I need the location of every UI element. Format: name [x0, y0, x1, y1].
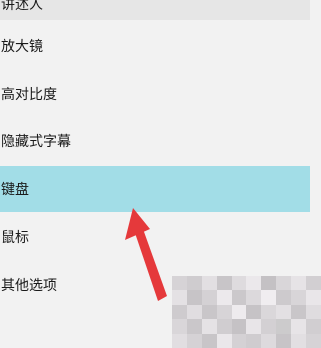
blur-pixel: [201, 319, 217, 334]
nav-item-high-contrast[interactable]: 高对比度: [0, 71, 310, 117]
blur-pixel: [246, 276, 262, 291]
blur-pixel: [261, 304, 277, 320]
nav-item-closed-captions[interactable]: 隐藏式字幕: [0, 118, 310, 164]
blur-pixel: [172, 276, 187, 291]
blur-pixel: [216, 290, 232, 305]
blur-pixel: [306, 319, 321, 334]
nav-item-label: 键盘: [1, 182, 29, 198]
nav-item-label: 隐藏式字幕: [1, 134, 71, 150]
blur-pixel: [172, 290, 187, 305]
blur-pixel: [201, 276, 217, 291]
blur-pixel: [276, 333, 292, 348]
blur-pixel: [201, 290, 217, 305]
blur-pixel: [231, 276, 247, 291]
blur-pixel: [186, 276, 202, 291]
blur-pixel: [276, 290, 292, 305]
nav-item-narrator[interactable]: 讲述人: [0, 0, 310, 20]
blur-pixel: [231, 304, 247, 320]
blur-pixel: [276, 319, 292, 334]
blur-pixel: [186, 304, 202, 320]
blur-pixel: [261, 333, 277, 348]
blur-pixel: [216, 333, 232, 348]
blur-pixel: [291, 290, 307, 305]
nav-item-label: 其他选项: [1, 278, 57, 294]
blur-pixel: [261, 290, 277, 305]
blur-pixel: [172, 319, 187, 334]
blur-pixel: [216, 319, 232, 334]
blur-pixel: [231, 333, 247, 348]
blur-pixel: [172, 304, 187, 320]
blur-pixel: [276, 276, 292, 291]
blur-pixel: [186, 319, 202, 334]
blur-pixel: [261, 319, 277, 334]
blur-pixel: [231, 319, 247, 334]
blur-pixel: [246, 319, 262, 334]
blur-pixel: [246, 304, 262, 320]
blur-pixel: [172, 333, 187, 348]
blur-pixel: [291, 304, 307, 320]
blur-pixel: [246, 290, 262, 305]
nav-item-magnifier[interactable]: 放大镜: [0, 23, 310, 69]
nav-item-keyboard[interactable]: 键盘: [0, 166, 310, 212]
nav-item-mouse[interactable]: 鼠标: [0, 214, 310, 260]
nav-item-label: 鼠标: [1, 230, 29, 246]
blur-pixel: [291, 276, 307, 291]
blur-pixel: [186, 333, 202, 348]
nav-item-label: 放大镜: [1, 39, 43, 55]
nav-item-label: 高对比度: [1, 87, 57, 103]
blur-pixel: [291, 319, 307, 334]
blur-pixel: [216, 276, 232, 291]
blur-pixel: [186, 290, 202, 305]
blur-pixel: [216, 304, 232, 320]
blur-pixel: [201, 304, 217, 320]
blur-pixel: [201, 333, 217, 348]
blur-pixel: [231, 290, 247, 305]
blur-pixel: [291, 333, 307, 348]
blur-pixel: [276, 304, 292, 320]
nav-item-label: 讲述人: [1, 0, 43, 13]
blur-pixel: [306, 304, 321, 320]
blur-pixel: [306, 290, 321, 305]
blurred-watermark-image: [172, 276, 321, 348]
blur-pixel: [261, 276, 277, 291]
blur-pixel: [246, 333, 262, 348]
blur-pixel: [306, 276, 321, 291]
blur-pixel: [306, 333, 321, 348]
